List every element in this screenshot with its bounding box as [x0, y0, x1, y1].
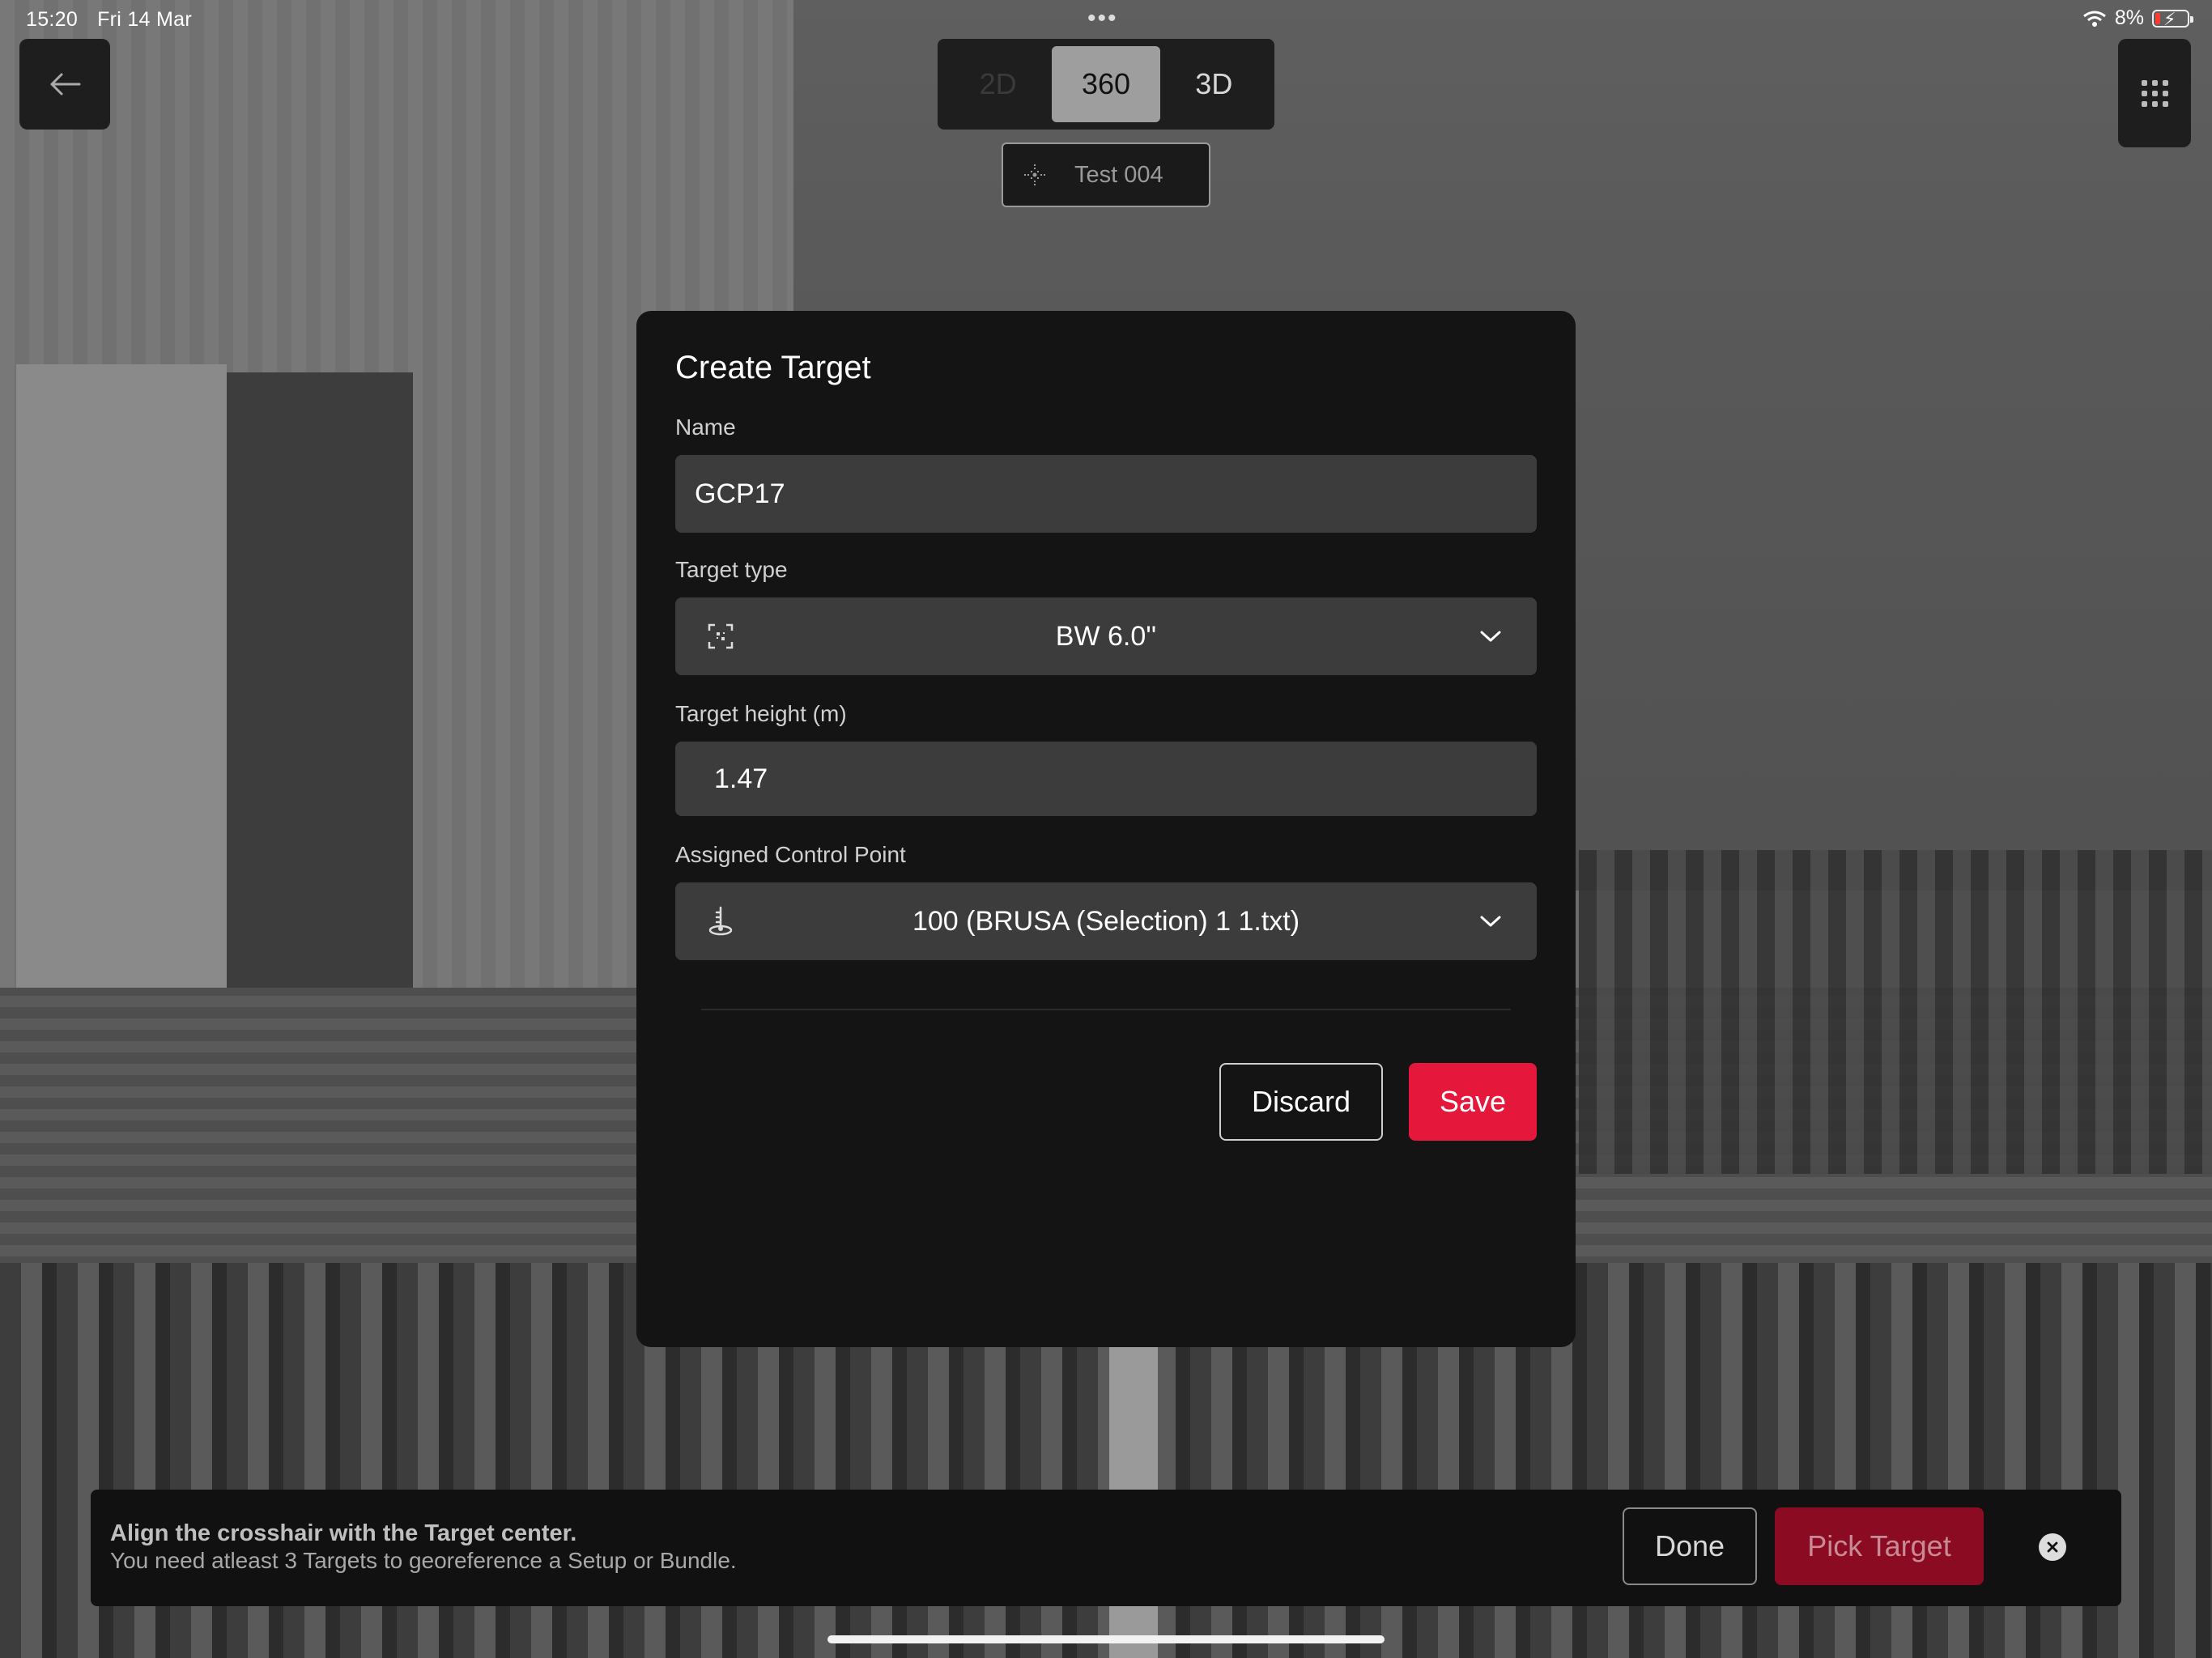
project-name: Test 004: [1074, 161, 1163, 188]
apps-menu-button[interactable]: [2118, 39, 2191, 147]
target-height-label: Target height (m): [675, 701, 847, 726]
control-point-select[interactable]: 100 (BRUSA (Selection) 1 1.txt): [675, 882, 1537, 960]
survey-point-icon: [708, 906, 733, 936]
home-indicator[interactable]: [827, 1635, 1385, 1643]
app-grid-icon: [2141, 79, 2168, 107]
wifi-icon: [2082, 11, 2106, 27]
target-type-label: Target type: [675, 557, 788, 582]
back-arrow-icon: [50, 73, 81, 96]
save-button[interactable]: Save: [1409, 1063, 1537, 1141]
control-point-value: 100 (BRUSA (Selection) 1 1.txt): [912, 905, 1300, 937]
status-bar-clock: 15:20 Fri 14 Mar: [26, 8, 192, 32]
target-type-value: BW 6.0'': [1055, 620, 1157, 652]
battery-icon: ⚡: [2152, 9, 2193, 29]
dialog-title: Create Target: [675, 350, 871, 385]
close-circle-icon[interactable]: [2039, 1533, 2066, 1561]
battery-percent: 8%: [2114, 6, 2144, 29]
target-hint-bar: Align the crosshair with the Target cent…: [91, 1490, 2121, 1606]
project-selector[interactable]: Test 004: [1002, 142, 1210, 207]
dialog-divider: [701, 1009, 1511, 1010]
done-button[interactable]: Done: [1623, 1507, 1757, 1585]
chevron-down-icon: [1480, 916, 1501, 927]
mode-360[interactable]: 360: [1052, 46, 1160, 122]
hint-title: Align the crosshair with the Target cent…: [110, 1520, 577, 1546]
name-input[interactable]: GCP17: [675, 455, 1537, 533]
control-point-label: Assigned Control Point: [675, 842, 906, 867]
target-height-input[interactable]: 1.47: [675, 742, 1537, 816]
mode-2d[interactable]: 2D: [944, 46, 1052, 122]
view-mode-switch: 2D 360 3D: [938, 39, 1274, 130]
status-date: Fri 14 Mar: [97, 8, 192, 31]
hint-subtitle: You need atleast 3 Targets to georeferen…: [110, 1548, 737, 1573]
name-value: GCP17: [695, 478, 785, 509]
create-target-dialog: Create Target Name GCP17 Target type BW …: [636, 311, 1576, 1347]
status-time: 15:20: [26, 8, 79, 31]
mode-3d[interactable]: 3D: [1160, 46, 1268, 122]
name-label: Name: [675, 414, 736, 440]
pick-target-button[interactable]: Pick Target: [1775, 1507, 1984, 1585]
chevron-down-icon: [1480, 631, 1501, 642]
target-height-value: 1.47: [714, 763, 768, 794]
discard-button[interactable]: Discard: [1219, 1063, 1383, 1141]
status-bar-right: 8% ⚡: [2082, 6, 2193, 30]
multitasking-dots[interactable]: •••: [1087, 6, 1118, 31]
target-scan-icon: [708, 623, 734, 649]
move-crosshair-icon: [1024, 164, 1045, 185]
target-type-select[interactable]: BW 6.0'': [675, 597, 1537, 675]
back-button[interactable]: [19, 39, 110, 130]
